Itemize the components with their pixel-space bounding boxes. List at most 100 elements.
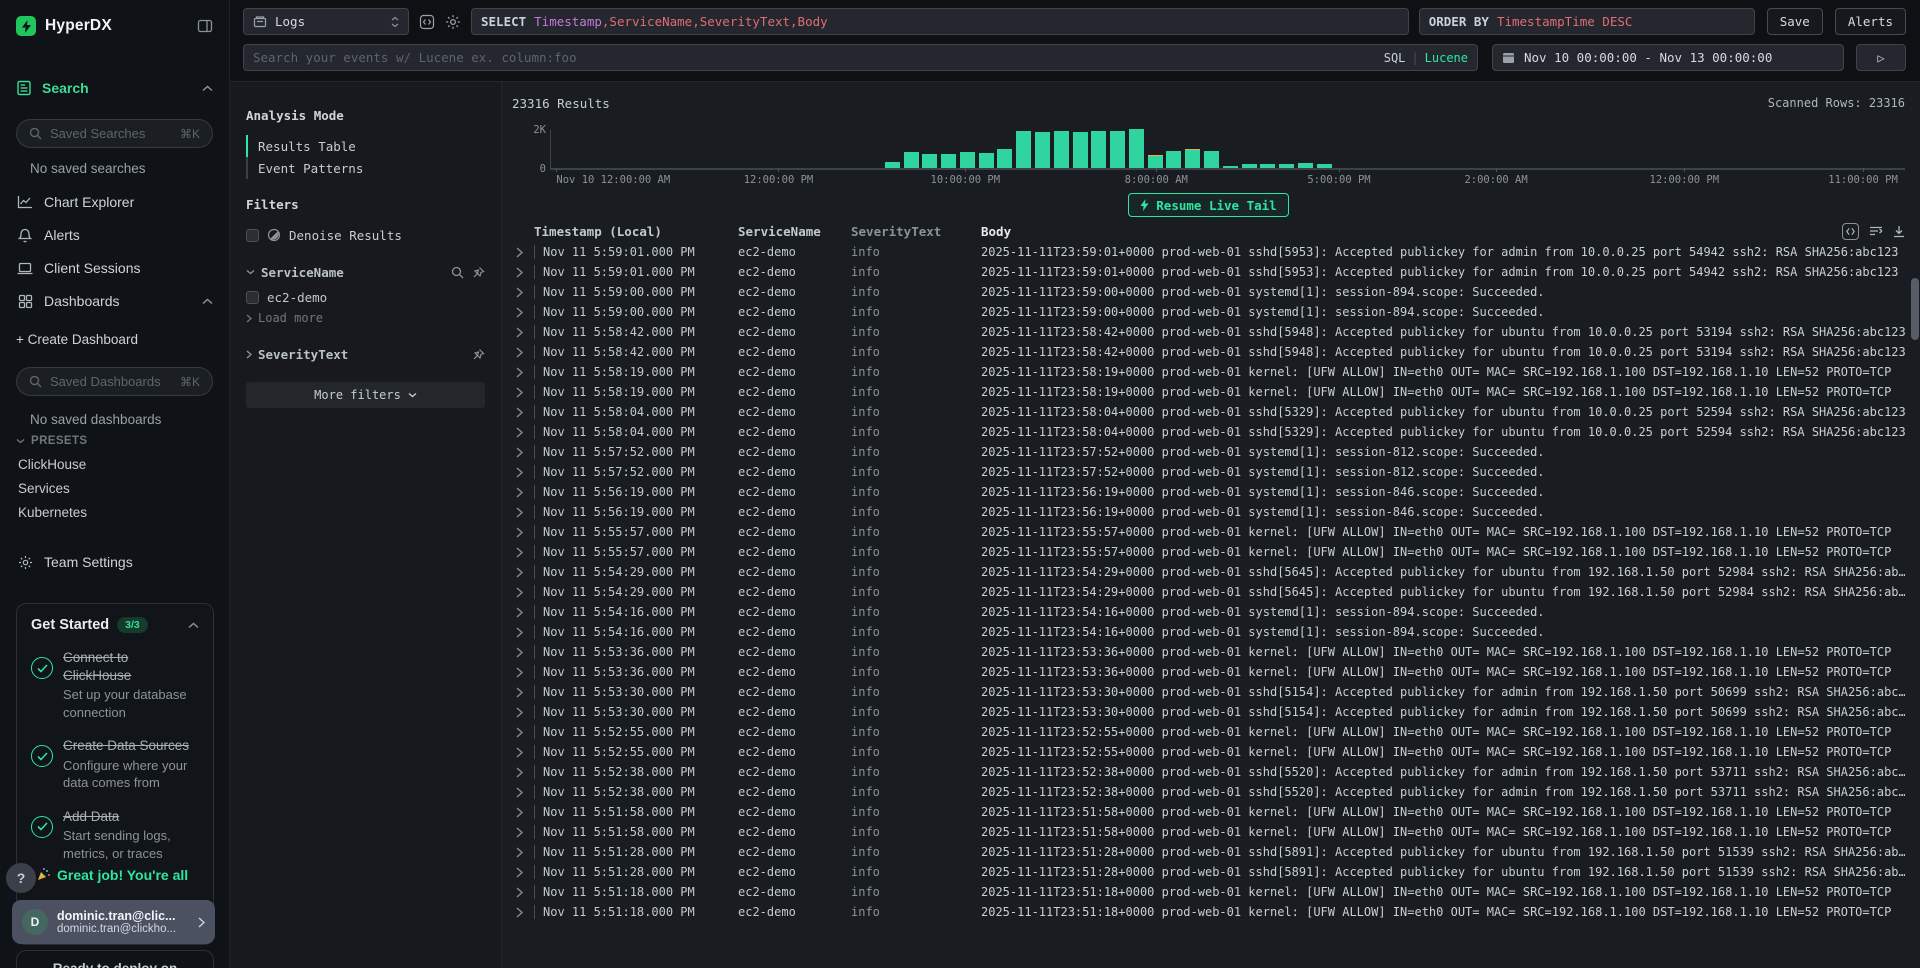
checklist-item-connect[interactable]: Connect to ClickHouse Set up your databa… — [31, 649, 199, 721]
table-row[interactable]: Nov 11 5:58:04.000 PMec2-demoinfo2025-11… — [512, 422, 1905, 442]
deploy-note[interactable]: Ready to deploy on — [16, 950, 214, 968]
order-by-input[interactable]: ORDER BY TimestampTime DESC — [1419, 8, 1755, 35]
histogram-bar[interactable] — [1091, 131, 1106, 168]
histogram-bar[interactable] — [1204, 151, 1219, 168]
table-row[interactable]: Nov 11 5:51:28.000 PMec2-demoinfo2025-11… — [512, 862, 1905, 882]
chevron-up-icon[interactable] — [188, 622, 199, 629]
table-row[interactable]: Nov 11 5:57:52.000 PMec2-demoinfo2025-11… — [512, 442, 1905, 462]
table-row[interactable]: Nov 11 5:55:57.000 PMec2-demoinfo2025-11… — [512, 522, 1905, 542]
table-row[interactable]: Nov 11 5:51:58.000 PMec2-demoinfo2025-11… — [512, 822, 1905, 842]
table-row[interactable]: Nov 11 5:54:29.000 PMec2-demoinfo2025-11… — [512, 582, 1905, 602]
histogram-bar[interactable] — [1054, 131, 1069, 168]
histogram-bar[interactable] — [979, 153, 994, 168]
sidebar-item-alerts[interactable]: Alerts — [0, 221, 229, 249]
histogram-bar[interactable] — [922, 154, 937, 168]
table-row[interactable]: Nov 11 5:54:16.000 PMec2-demoinfo2025-11… — [512, 622, 1905, 642]
row-expander-icon[interactable] — [512, 467, 534, 478]
download-icon[interactable] — [1893, 225, 1905, 238]
row-expander-icon[interactable] — [512, 707, 534, 718]
row-expander-icon[interactable] — [512, 687, 534, 698]
histogram-bar[interactable] — [1073, 132, 1088, 168]
facet-search-icon[interactable] — [451, 266, 464, 279]
row-expander-icon[interactable] — [512, 847, 534, 858]
chevron-up-icon[interactable] — [202, 85, 213, 92]
table-row[interactable]: Nov 11 5:51:58.000 PMec2-demoinfo2025-11… — [512, 802, 1905, 822]
run-query-button[interactable]: ▷ — [1856, 44, 1906, 71]
histogram-bar[interactable] — [1016, 131, 1031, 168]
table-row[interactable]: Nov 11 5:59:00.000 PMec2-demoinfo2025-11… — [512, 302, 1905, 322]
row-expander-icon[interactable] — [512, 587, 534, 598]
sidebar-item-team-settings[interactable]: Team Settings — [0, 548, 229, 576]
row-expander-icon[interactable] — [512, 907, 534, 918]
sidebar-item-dashboards[interactable]: Dashboards — [0, 287, 229, 315]
sql-select-input[interactable]: SELECT Timestamp ,ServiceName,SeverityTe… — [471, 8, 1409, 35]
histogram-bar[interactable] — [904, 152, 919, 168]
histogram-bar[interactable] — [1223, 166, 1238, 168]
row-expander-icon[interactable] — [512, 887, 534, 898]
table-row[interactable]: Nov 11 5:53:36.000 PMec2-demoinfo2025-11… — [512, 642, 1905, 662]
tab-event-patterns[interactable]: Event Patterns — [246, 157, 485, 179]
table-row[interactable]: Nov 11 5:57:52.000 PMec2-demoinfo2025-11… — [512, 462, 1905, 482]
histogram-bar[interactable] — [1242, 164, 1257, 168]
saved-searches-input[interactable]: Saved Searches ⌘K — [16, 119, 213, 148]
help-button[interactable]: ? — [6, 863, 36, 893]
row-expander-icon[interactable] — [512, 247, 534, 258]
wrap-lines-icon[interactable] — [1869, 225, 1883, 237]
table-row[interactable]: Nov 11 5:52:55.000 PMec2-demoinfo2025-11… — [512, 722, 1905, 742]
table-row[interactable]: Nov 11 5:51:28.000 PMec2-demoinfo2025-11… — [512, 842, 1905, 862]
row-expander-icon[interactable] — [512, 567, 534, 578]
table-row[interactable]: Nov 11 5:53:30.000 PMec2-demoinfo2025-11… — [512, 702, 1905, 722]
row-expander-icon[interactable] — [512, 367, 534, 378]
histogram-plot[interactable]: 2K 0 Nov 10 12:00:00 AM12:00:00 PM10:00:… — [550, 130, 1905, 170]
table-row[interactable]: Nov 11 5:52:38.000 PMec2-demoinfo2025-11… — [512, 762, 1905, 782]
table-row[interactable]: Nov 11 5:59:01.000 PMec2-demoinfo2025-11… — [512, 242, 1905, 262]
row-expander-icon[interactable] — [512, 787, 534, 798]
checklist-item-sources[interactable]: Create Data Sources Configure where your… — [31, 737, 199, 792]
row-expander-icon[interactable] — [512, 747, 534, 758]
vertical-scrollbar-thumb[interactable] — [1911, 278, 1919, 340]
histogram-bar[interactable] — [885, 162, 900, 168]
histogram-bar[interactable] — [1185, 149, 1200, 168]
row-expander-icon[interactable] — [512, 267, 534, 278]
table-row[interactable]: Nov 11 5:52:38.000 PMec2-demoinfo2025-11… — [512, 782, 1905, 802]
col-timestamp[interactable]: Timestamp (Local) — [534, 224, 738, 239]
row-expander-icon[interactable] — [512, 507, 534, 518]
table-row[interactable]: Nov 11 5:58:42.000 PMec2-demoinfo2025-11… — [512, 322, 1905, 342]
table-row[interactable]: Nov 11 5:58:42.000 PMec2-demoinfo2025-11… — [512, 342, 1905, 362]
table-row[interactable]: Nov 11 5:51:18.000 PMec2-demoinfo2025-11… — [512, 882, 1905, 902]
table-row[interactable]: Nov 11 5:52:55.000 PMec2-demoinfo2025-11… — [512, 742, 1905, 762]
source-select[interactable]: Logs — [243, 8, 409, 35]
row-expander-icon[interactable] — [512, 647, 534, 658]
results-histogram[interactable]: 2K 0 Nov 10 12:00:00 AM12:00:00 PM10:00:… — [512, 124, 1905, 190]
histogram-bar[interactable] — [1129, 129, 1144, 168]
row-expander-icon[interactable] — [512, 347, 534, 358]
histogram-bar[interactable] — [1298, 163, 1313, 168]
facet-servicename-header[interactable]: ServiceName — [246, 260, 485, 284]
chevron-up-icon[interactable] — [202, 298, 213, 305]
code-view-icon[interactable] — [1842, 223, 1859, 240]
table-row[interactable]: Nov 11 5:58:19.000 PMec2-demoinfo2025-11… — [512, 382, 1905, 402]
presets-section-header[interactable]: PRESETS — [0, 435, 229, 447]
col-servicename[interactable]: ServiceName — [738, 224, 851, 239]
row-expander-icon[interactable] — [512, 487, 534, 498]
checklist-item-add-data[interactable]: Add Data Start sending logs, metrics, or… — [31, 808, 199, 863]
sidebar-item-services[interactable]: Services — [0, 481, 229, 496]
mode-lucene-label[interactable]: Lucene — [1425, 51, 1468, 65]
table-row[interactable]: Nov 11 5:58:04.000 PMec2-demoinfo2025-11… — [512, 402, 1905, 422]
histogram-bar[interactable] — [960, 152, 975, 168]
alerts-button[interactable]: Alerts — [1835, 8, 1906, 35]
pin-icon[interactable] — [472, 266, 485, 279]
user-menu[interactable]: D dominic.tran@clic... dominic.tran@clic… — [12, 900, 215, 944]
sidebar-collapse-icon[interactable] — [197, 18, 213, 34]
ec2-demo-checkbox[interactable] — [246, 291, 259, 304]
resume-live-tail-button[interactable]: Resume Live Tail — [1128, 193, 1288, 217]
row-expander-icon[interactable] — [512, 627, 534, 638]
histogram-bar[interactable] — [1110, 131, 1125, 168]
histogram-bar[interactable] — [941, 154, 956, 168]
histogram-bar[interactable] — [1260, 164, 1275, 168]
sidebar-item-clickhouse[interactable]: ClickHouse — [0, 457, 229, 472]
histogram-bar[interactable] — [1166, 151, 1181, 168]
denoise-checkbox[interactable] — [246, 229, 259, 242]
load-more-button[interactable]: Load more — [246, 308, 485, 328]
row-expander-icon[interactable] — [512, 387, 534, 398]
